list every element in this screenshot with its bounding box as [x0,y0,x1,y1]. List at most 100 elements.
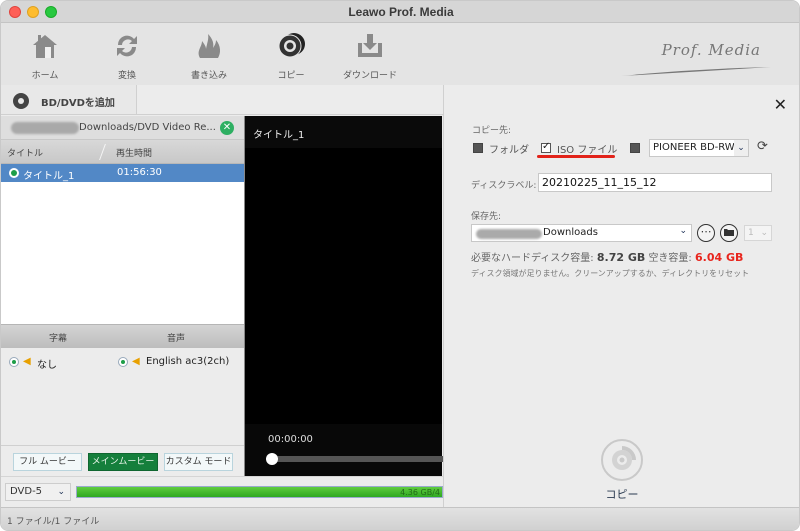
iso-file-label: ISO ファイル [557,145,618,156]
column-title[interactable]: タイトル [7,146,43,159]
remove-source-button[interactable]: ✕ [220,121,234,135]
source-path: Downloads/DVD Video Re... [79,122,216,133]
drive-select[interactable]: PIONEER BD-RW ⌄ [649,139,749,157]
add-bd-dvd-label: BD/DVDを追加 [41,98,115,109]
subtitle-header: 字幕 [49,334,68,344]
copy-button-label: コピー [605,488,639,501]
toolbar-burn[interactable]: 書き込み [174,31,244,81]
save-path-value: Downloads [543,227,598,238]
source-path-row: Downloads/DVD Video Re... ✕ [1,116,244,140]
iso-highlight-underline [537,155,615,158]
video-preview: タイトル_1 00:00:00 [244,116,443,476]
file-count: 1 ファイル/1 ファイル [7,517,100,527]
copy-disc-icon [278,33,305,58]
disc-type-select[interactable]: DVD-5 ⌄ [5,483,71,501]
toolbar-convert-label: 変換 [117,71,136,81]
column-separator [90,144,106,160]
app-window: Leawo Prof. Media ホーム 変換 書き込み コピー ダウンロード… [0,0,800,531]
tab-strip [137,85,443,115]
disk-space-info: 必要なハードディスク容量: 8.72 GB 空き容量: 6.04 GB [471,249,743,264]
toolbar-home-label: ホーム [31,71,59,81]
subtitle-value: なし [37,360,57,371]
title-list-header: タイトル 再生時間 [1,140,244,164]
toolbar-convert[interactable]: 変換 [92,31,162,81]
insufficient-space-warning: ディスク領域が足りません。クリーンアップするか、ディレクトリをリセット [471,269,750,278]
toolbar-download[interactable]: ダウンロード [335,31,405,81]
audio-radio[interactable] [118,357,128,367]
seek-handle[interactable] [266,453,278,465]
copies-select: 1 ⌄ [744,225,772,241]
burn-icon [198,34,221,58]
audio-header: 音声 [167,334,186,344]
status-bar: 1 ファイル/1 ファイル [1,507,799,530]
add-bd-dvd-button[interactable]: BD/DVDを追加 [1,85,137,115]
row-duration: 01:56:30 [117,167,162,178]
download-icon [358,34,382,57]
required-space-value: 8.72 GB [596,251,646,264]
toolbar-copy[interactable]: コピー [256,31,326,81]
copy-button[interactable]: コピー [599,438,645,502]
toolbar-copy-label: コピー [277,71,305,81]
required-space-label: 必要なハードディスク容量: [471,253,594,264]
capacity-label: 4.36 GB/4 [400,488,440,497]
disc-type-value: DVD-5 [10,486,43,497]
playback-time: 00:00:00 [268,434,313,445]
folder-checkbox[interactable] [473,143,483,153]
subtitle-audio-options: ◀ なし ◀ English ac3(2ch) [1,348,244,446]
copy-mode-row: フル ムービー メインムービー カスタム モード [1,446,244,476]
chevron-down-icon: ⌄ [679,226,687,236]
blurred-path [476,229,542,239]
chevron-down-icon: ⌄ [57,487,65,497]
close-panel-button[interactable]: ✕ [774,95,787,114]
title-bar: Leawo Prof. Media [1,1,799,23]
left-panel: BD/DVDを追加 Downloads/DVD Video Re... ✕ タイ… [1,85,443,476]
copy-to-label: コピー先: [472,126,512,136]
convert-icon [117,35,137,57]
blurred-path [11,122,79,134]
free-space-label: 空き容量: [648,253,692,264]
subtitle-audio-header: 字幕 音声 [1,324,244,348]
home-icon [33,35,57,58]
open-folder-button[interactable] [720,224,738,242]
speaker-icon: ◀ [132,356,140,367]
brand-logo: Prof. Media [661,41,761,59]
video-title-bar: タイトル_1 [245,116,442,148]
add-disc-icon [13,93,29,109]
drive-value: PIONEER BD-RW [653,142,735,153]
iso-file-checkbox[interactable] [541,141,551,153]
save-path-select[interactable]: Downloads ⌄ [471,224,692,242]
disc-label-label: ディスクラベル: [471,181,537,191]
toolbar-home[interactable]: ホーム [10,31,80,81]
custom-mode-button[interactable]: カスタム モード [164,453,233,471]
brand-swoosh [621,67,771,76]
copy-disc-icon [601,439,643,481]
copies-value: 1 [748,228,754,238]
save-to-label: 保存先: [471,212,502,222]
subtitle-radio[interactable] [9,357,19,367]
folder-label: フォルダ [489,145,529,156]
drive-checkbox[interactable] [630,143,640,153]
toolbar-download-label: ダウンロード [342,71,397,81]
table-row[interactable]: タイトル_1 01:56:30 [1,164,244,182]
audio-value: English ac3(2ch) [146,356,230,367]
window-title: Leawo Prof. Media [348,5,454,19]
video-title: タイトル_1 [253,130,305,141]
chevron-down-icon: ⌄ [734,140,748,156]
chevron-down-icon: ⌄ [760,228,768,238]
main-movie-button[interactable]: メインムービー [88,453,158,471]
refresh-icon[interactable]: ⟳ [757,139,768,154]
speaker-icon: ◀ [23,356,31,367]
row-title: タイトル_1 [23,171,75,182]
toolbar-burn-label: 書き込み [190,71,227,81]
full-movie-button[interactable]: フル ムービー [13,453,82,471]
bottom-bar: DVD-5 ⌄ 4.36 GB/4 [1,476,443,507]
column-duration[interactable]: 再生時間 [116,146,152,159]
free-space-value: 6.04 GB [695,251,744,264]
disc-label-input[interactable]: 20210225_11_15_12 [538,173,772,192]
main-toolbar: ホーム 変換 書き込み コピー ダウンロード Prof. Media [1,23,799,85]
seek-bar[interactable] [272,456,443,462]
video-controls: 00:00:00 [245,424,443,476]
folder-icon [724,229,734,236]
title-radio[interactable] [9,168,19,178]
more-options-button[interactable]: ⋯ [697,224,715,242]
